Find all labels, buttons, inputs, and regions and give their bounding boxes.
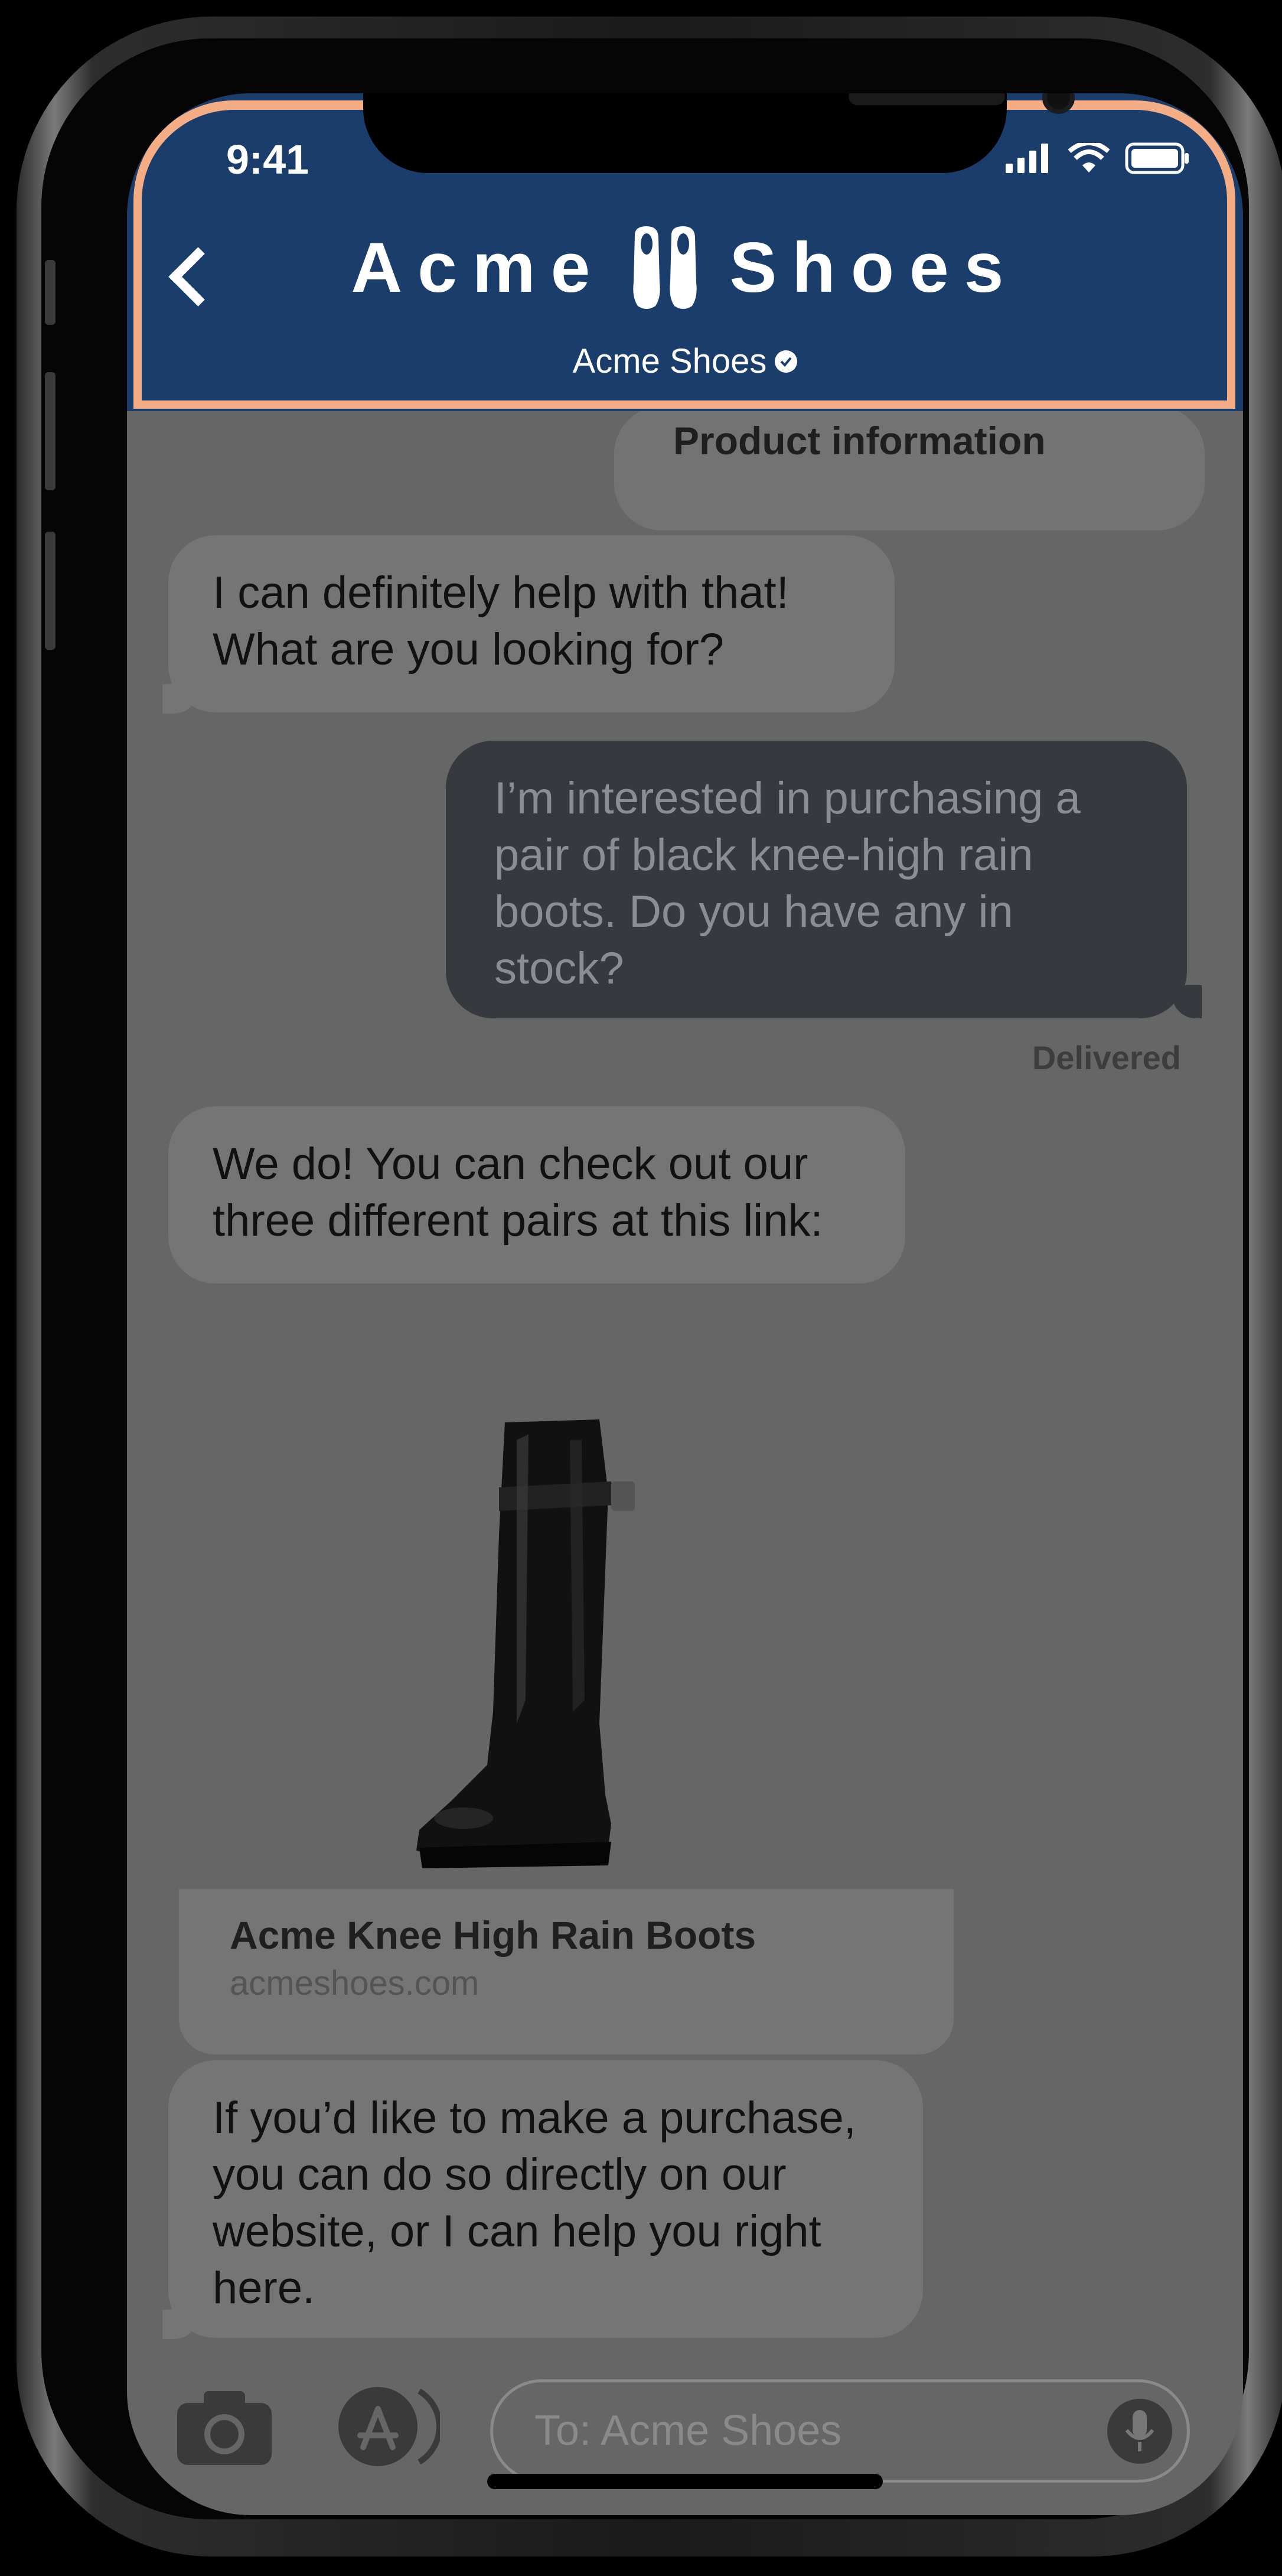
home-indicator[interactable]	[487, 2474, 883, 2489]
message-text: Product information	[673, 419, 1046, 463]
camera-icon[interactable]	[174, 2385, 275, 2468]
rain-boot-image[interactable]	[405, 1416, 670, 1883]
microphone-button[interactable]	[1107, 2399, 1172, 2464]
volume-down-button	[45, 532, 56, 650]
bubble-tail	[162, 684, 198, 714]
message-text: I’m interested in purchasing a pair of b…	[494, 773, 1081, 994]
microphone-icon	[1125, 2410, 1154, 2451]
message-input[interactable]: To: Acme Shoes	[490, 2379, 1190, 2483]
message-bubble-outgoing: I’m interested in purchasing a pair of b…	[446, 741, 1187, 1018]
bubble-tail	[162, 2310, 198, 2339]
message-bubble-incoming: If you’d like to make a purchase, you ca…	[168, 2060, 923, 2338]
message-input-placeholder: To: Acme Shoes	[534, 2407, 842, 2454]
message-text: We do! You can check out our three diffe…	[213, 1139, 823, 1246]
message-text: I can definitely help with that! What ar…	[213, 568, 789, 675]
link-preview-card[interactable]: Acme Knee High Rain Boots acmeshoes.com	[179, 1889, 954, 2054]
delivered-label: Delivered	[1032, 1039, 1181, 1076]
message-bubble-incoming: We do! You can check out our three diffe…	[168, 1106, 905, 1284]
bubble-tail	[1172, 985, 1202, 1018]
volume-up-button	[45, 372, 56, 490]
notch	[363, 93, 1075, 173]
speaker-grille	[849, 93, 1005, 105]
link-preview-domain: acmeshoes.com	[230, 1964, 479, 2002]
message-text: If you’d like to make a purchase, you ca…	[213, 2093, 856, 2313]
screen: Product information I can definitely hel…	[127, 93, 1243, 2515]
app-store-icon[interactable]	[331, 2385, 440, 2468]
message-bubble-product-info: Product information	[614, 406, 1205, 530]
link-preview-title: Acme Knee High Rain Boots	[230, 1913, 756, 1957]
silent-switch	[45, 260, 56, 325]
message-bubble-incoming: I can definitely help with that! What ar…	[168, 535, 895, 712]
